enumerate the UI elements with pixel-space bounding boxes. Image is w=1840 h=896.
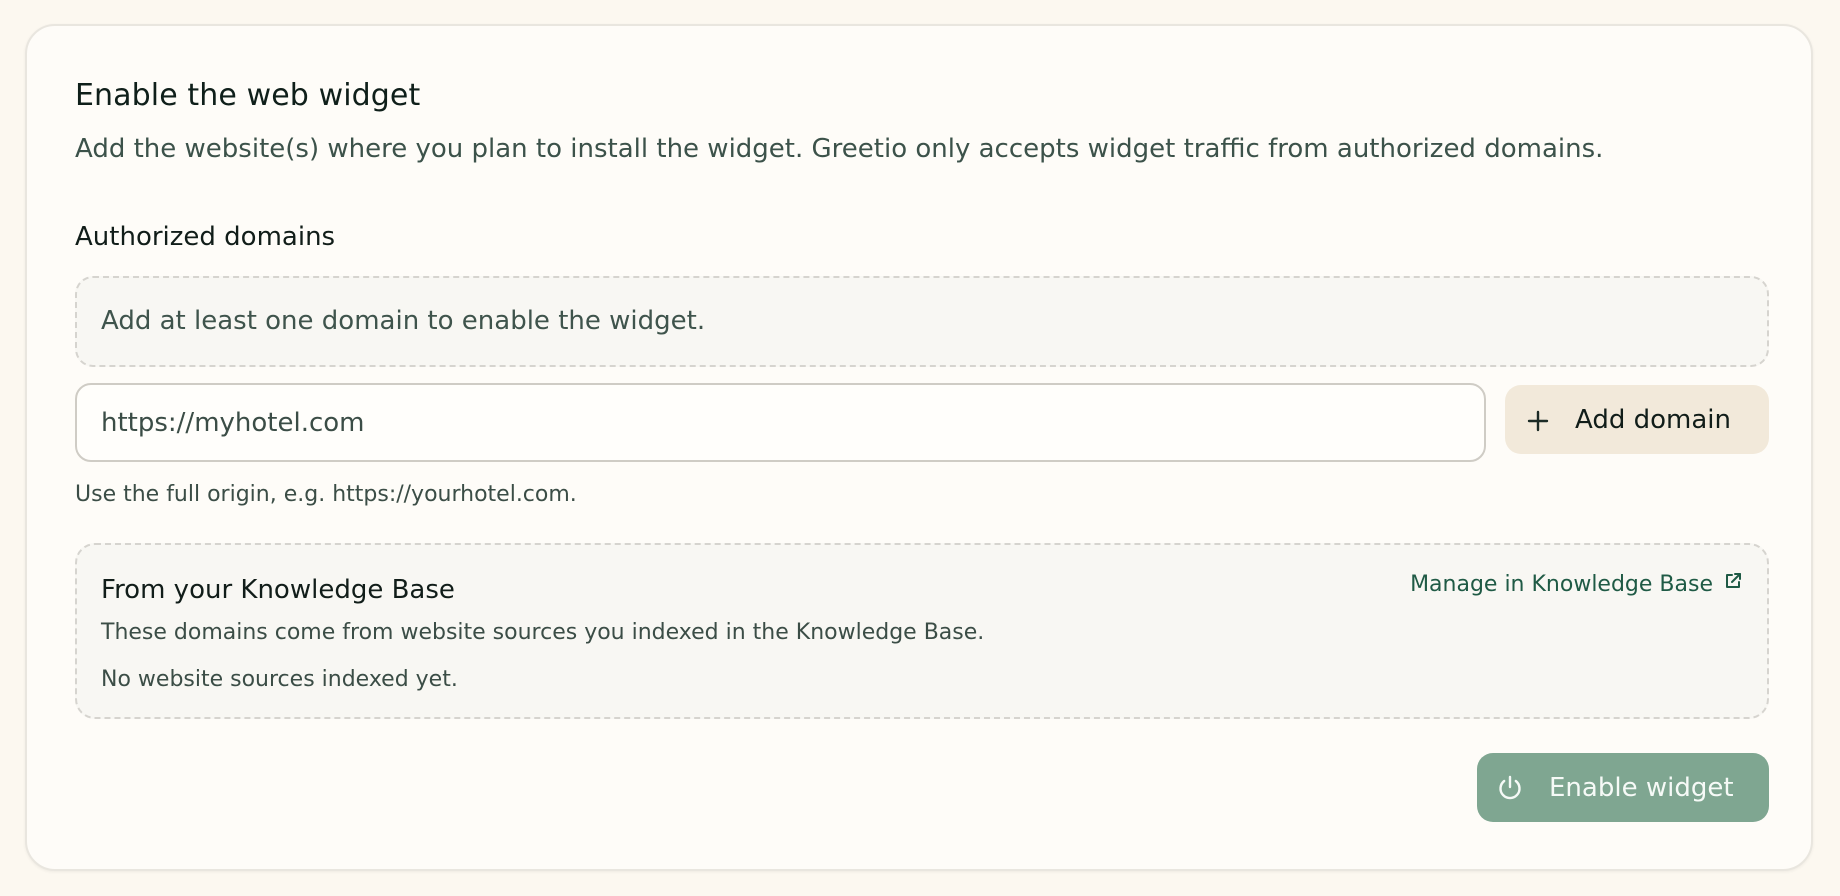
domains-empty-state: Add at least one domain to enable the wi…: [75, 276, 1769, 367]
manage-knowledge-base-link[interactable]: Manage in Knowledge Base: [1410, 571, 1743, 597]
enable-widget-card: Enable the web widget Add the website(s)…: [25, 24, 1813, 871]
knowledge-base-description: These domains come from website sources …: [101, 620, 985, 645]
domain-hint: Use the full origin, e.g. https://yourho…: [75, 482, 577, 507]
manage-knowledge-base-label: Manage in Knowledge Base: [1410, 571, 1713, 597]
add-domain-button[interactable]: Add domain: [1505, 385, 1769, 454]
domain-input[interactable]: [75, 383, 1486, 462]
plus-icon: [1527, 409, 1549, 431]
external-link-icon: [1723, 571, 1743, 597]
power-icon: [1495, 773, 1525, 803]
knowledge-base-panel: From your Knowledge Base Manage in Knowl…: [75, 543, 1769, 719]
authorized-domains-label: Authorized domains: [75, 222, 336, 252]
knowledge-base-title: From your Knowledge Base: [101, 575, 455, 605]
enable-widget-button[interactable]: Enable widget: [1477, 753, 1769, 822]
page-subtitle: Add the website(s) where you plan to ins…: [75, 134, 1604, 164]
add-domain-label: Add domain: [1575, 404, 1731, 435]
page-title: Enable the web widget: [75, 78, 421, 113]
knowledge-base-empty-message: No website sources indexed yet.: [101, 667, 458, 692]
enable-widget-label: Enable widget: [1549, 772, 1734, 803]
domains-empty-message: Add at least one domain to enable the wi…: [101, 306, 706, 336]
